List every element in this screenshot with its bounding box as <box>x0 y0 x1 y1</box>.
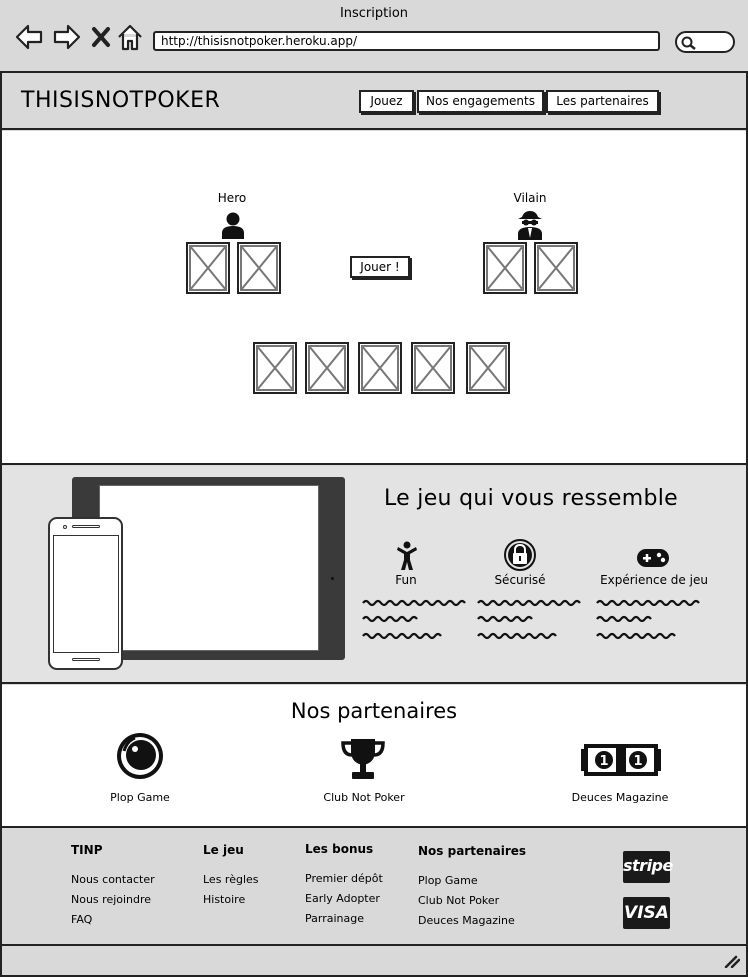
phone-home-button <box>72 658 100 661</box>
footer-link-early-adopter[interactable]: Early Adopter <box>305 892 383 912</box>
nav-jouez-button[interactable]: Jouez <box>359 90 414 113</box>
browser-search-field[interactable] <box>675 31 735 53</box>
board-card-3 <box>358 342 402 394</box>
partners-title: Nos partenaires <box>290 699 458 723</box>
footer-link-history[interactable]: Histoire <box>203 893 259 913</box>
lock-icon <box>503 538 537 576</box>
footer-link-faq[interactable]: FAQ <box>71 913 155 933</box>
partner-deuces-magazine[interactable]: Deuces Magazine <box>550 791 690 804</box>
phone-camera <box>63 525 67 529</box>
forward-arrow-icon[interactable] <box>52 22 82 52</box>
footer-column-jeu: Le jeu Les règles Histoire <box>203 843 259 913</box>
footer-link-first-deposit[interactable]: Premier dépôt <box>305 872 383 892</box>
footer-heading: Nos partenaires <box>418 844 527 858</box>
villain-label: Vilain <box>513 191 547 205</box>
svg-text:1: 1 <box>599 754 608 769</box>
footer-link-rules[interactable]: Les règles <box>203 873 259 893</box>
footer-heading: Le jeu <box>203 843 244 857</box>
footer-link-club-not-poker[interactable]: Club Not Poker <box>418 894 526 914</box>
phone-mockup <box>48 517 123 670</box>
phone-speaker <box>72 525 100 528</box>
feature-experience-label: Expérience de jeu <box>600 573 708 587</box>
feature-fun-text <box>362 599 466 640</box>
footer-link-deuces-magazine[interactable]: Deuces Magazine <box>418 914 526 934</box>
person-icon <box>396 541 418 575</box>
footer-column-bonus: Les bonus Premier dépôt Early Adopter Pa… <box>305 842 383 932</box>
hero-card-1 <box>186 242 230 294</box>
features-section: Le jeu qui vous ressemble Fun Sécurisé E… <box>2 466 746 684</box>
tablet-camera <box>331 577 334 580</box>
visa-logo: VISA <box>623 897 670 929</box>
site-footer: TINP Nous contacter Nous rejoindre FAQ L… <box>2 829 746 946</box>
play-button[interactable]: Jouer ! <box>350 256 410 278</box>
footer-link-join[interactable]: Nous rejoindre <box>71 893 155 913</box>
svg-text:1: 1 <box>633 754 642 769</box>
camera-lens-icon[interactable] <box>115 731 165 785</box>
feature-secure-label: Sécurisé <box>494 573 546 587</box>
nav-partenaires-button[interactable]: Les partenaires <box>546 90 659 113</box>
browser-status-bar <box>2 947 746 975</box>
resize-grip-icon[interactable] <box>724 953 741 972</box>
villain-card-2 <box>534 242 578 294</box>
stripe-logo: stripe <box>623 851 673 883</box>
features-title: Le jeu qui vous ressemble <box>384 486 678 511</box>
user-icon <box>220 211 246 239</box>
board-card-4 <box>411 342 455 394</box>
feature-fun-label: Fun <box>395 573 417 587</box>
window-title: Inscription <box>339 6 409 21</box>
back-arrow-icon[interactable] <box>14 22 44 52</box>
tablet-screen <box>99 485 319 651</box>
footer-link-contact[interactable]: Nous contacter <box>71 873 155 893</box>
footer-link-referral[interactable]: Parrainage <box>305 912 383 932</box>
trophy-icon[interactable] <box>340 737 386 785</box>
feature-experience-text <box>596 599 700 640</box>
partner-club-not-poker[interactable]: Club Not Poker <box>294 791 434 804</box>
board-card-5 <box>466 342 510 394</box>
partners-section: Nos partenaires Plop Game Club Not Poker… <box>2 685 746 828</box>
footer-link-plop-game[interactable]: Plop Game <box>418 874 526 894</box>
site-logo[interactable]: THISISNOTPOKER <box>21 88 220 113</box>
gamepad-icon <box>636 548 670 572</box>
banknote-icon[interactable]: 11 <box>580 743 662 781</box>
feature-secure-text <box>477 599 581 640</box>
site-header: THISISNOTPOKER Jouez Nos engagements Les… <box>2 73 746 130</box>
footer-column-tinp: TINP Nous contacter Nous rejoindre FAQ <box>71 843 155 933</box>
poker-table: Hero Jouer ! Vilain <box>2 131 746 465</box>
footer-heading: Les bonus <box>305 842 374 856</box>
nav-engagements-button[interactable]: Nos engagements <box>417 90 544 113</box>
hero-label: Hero <box>217 191 247 205</box>
home-icon[interactable] <box>116 22 146 52</box>
browser-chrome: Inscription http://thisisnotpoker.heroku… <box>0 0 748 73</box>
search-icon <box>681 36 696 50</box>
address-bar[interactable]: http://thisisnotpoker.heroku.app/ <box>153 31 660 51</box>
footer-column-partners: Nos partenaires Plop Game Club Not Poker… <box>418 844 526 934</box>
villain-card-1 <box>483 242 527 294</box>
spy-icon <box>516 210 542 240</box>
board-card-1 <box>253 342 297 394</box>
partner-plop-game[interactable]: Plop Game <box>70 791 210 804</box>
hero-card-2 <box>237 242 281 294</box>
phone-screen <box>53 535 119 653</box>
footer-heading: TINP <box>71 843 103 857</box>
board-card-2 <box>305 342 349 394</box>
